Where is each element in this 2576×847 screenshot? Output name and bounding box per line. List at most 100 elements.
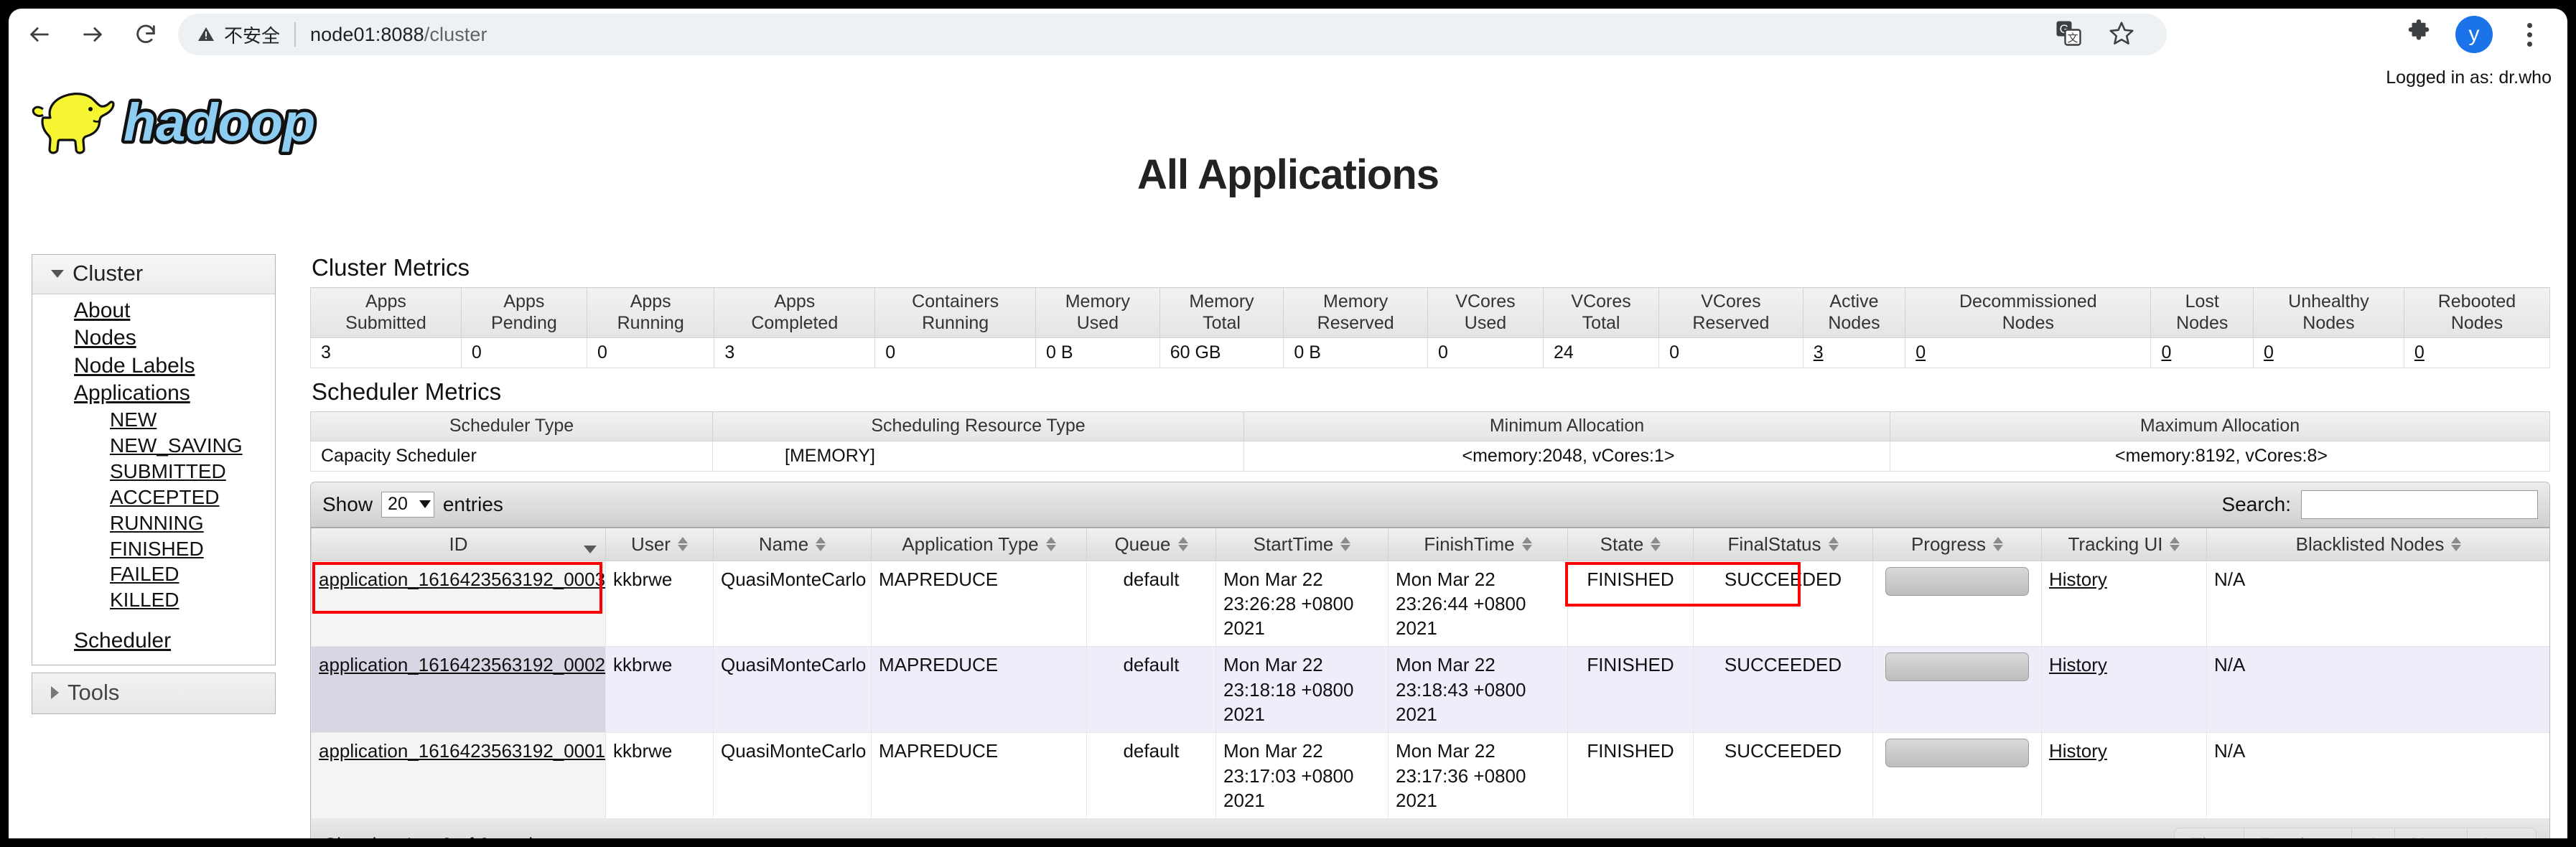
pagination-last[interactable]: Last (2467, 828, 2536, 838)
sidebar-item-node-labels[interactable]: Node Labels (32, 352, 275, 380)
col-vcores-total[interactable]: VCores Total (1543, 287, 1660, 338)
col-finalstatus[interactable]: FinalStatus (1693, 526, 1873, 561)
table-row[interactable]: application_1616423563192_0001 kkbrwe Qu… (311, 732, 2549, 820)
forward-button[interactable] (70, 12, 115, 57)
sidebar-item-state-finished[interactable]: FINISHED (32, 536, 275, 562)
history-link[interactable]: History (2049, 654, 2107, 675)
sidebar-item-applications[interactable]: Applications (32, 380, 275, 407)
sidebar-section-tools[interactable]: Tools (32, 673, 276, 715)
cluster-metrics-title: Cluster Metrics (312, 254, 470, 281)
col-name[interactable]: Name (713, 526, 872, 561)
elephant-icon (32, 93, 115, 154)
col-line1: Lost (2185, 291, 2219, 312)
address-bar[interactable]: 不安全 node01:8088/cluster G 文 (178, 14, 2167, 55)
cell-blacklisted-nodes: N/A (2206, 560, 2549, 647)
cell-id: application_1616423563192_0003 (311, 560, 606, 647)
pagination-page-1[interactable]: 1 (2352, 828, 2396, 838)
application-id-link[interactable]: application_1616423563192_0001 (319, 740, 605, 762)
col-vcores-used[interactable]: VCores Used (1427, 287, 1544, 338)
rebooted-nodes-link[interactable]: 0 (2414, 342, 2425, 362)
table-row[interactable]: application_1616423563192_0003 kkbrwe Qu… (311, 560, 2549, 647)
unhealthy-nodes-link[interactable]: 0 (2264, 342, 2274, 362)
show-label: Show (322, 492, 373, 515)
back-arrow-icon (27, 22, 52, 47)
col-rebooted-nodes[interactable]: Rebooted Nodes (2403, 287, 2551, 338)
col-label: StartTime (1253, 533, 1334, 555)
sort-icon (1651, 537, 1661, 551)
sidebar-item-state-failed[interactable]: FAILED (32, 561, 275, 587)
col-vcores-reserved[interactable]: VCores Reserved (1658, 287, 1803, 338)
col-memory-reserved[interactable]: Memory Reserved (1283, 287, 1428, 338)
decommissioned-nodes-link[interactable]: 0 (1915, 342, 1926, 362)
chevron-down-icon (51, 269, 64, 278)
sidebar-item-scheduler[interactable]: Scheduler (32, 627, 275, 655)
col-queue[interactable]: Queue (1086, 526, 1216, 561)
sidebar-item-state-killed[interactable]: KILLED (32, 587, 275, 613)
col-user[interactable]: User (605, 526, 714, 561)
history-link[interactable]: History (2049, 568, 2107, 590)
search-input[interactable] (2301, 490, 2538, 519)
translate-button[interactable]: G 文 (2042, 12, 2095, 57)
sidebar-item-about[interactable]: About (32, 297, 275, 324)
pagination-next[interactable]: Next (2395, 828, 2468, 838)
col-memory-used[interactable]: Memory Used (1035, 287, 1160, 338)
cell-user: kkbrwe (605, 646, 714, 734)
pagination-first[interactable]: First (2174, 828, 2245, 838)
sidebar-item-nodes[interactable]: Nodes (32, 324, 275, 352)
col-blacklisted-nodes[interactable]: Blacklisted Nodes (2206, 526, 2549, 561)
col-decommissioned-nodes[interactable]: Decommissioned Nodes (1905, 287, 2152, 338)
col-state[interactable]: State (1567, 526, 1694, 561)
cell-finalstatus: SUCCEEDED (1693, 560, 1873, 647)
forward-arrow-icon (80, 22, 105, 47)
extensions-button[interactable] (2392, 12, 2445, 57)
profile-avatar[interactable]: y (2455, 16, 2493, 53)
sidebar-item-state-new[interactable]: NEW (32, 407, 275, 433)
active-nodes-link[interactable]: 3 (1814, 342, 1824, 362)
sidebar-item-state-new-saving[interactable]: NEW_SAVING (32, 433, 275, 459)
application-id-link[interactable]: application_1616423563192_0002 (319, 654, 605, 675)
browser-menu-button[interactable] (2503, 12, 2556, 57)
col-id[interactable]: ID (311, 526, 606, 561)
warning-triangle-icon (197, 26, 215, 43)
table-row[interactable]: application_1616423563192_0002 kkbrwe Qu… (311, 646, 2549, 734)
col-line2: Nodes (2302, 312, 2355, 333)
col-memory-total[interactable]: Memory Total (1159, 287, 1284, 338)
sidebar-item-state-accepted[interactable]: ACCEPTED (32, 485, 275, 510)
col-tracking-ui[interactable]: Tracking UI (2041, 526, 2207, 561)
col-apps-running[interactable]: Apps Running (586, 287, 715, 338)
col-unhealthy-nodes[interactable]: Unhealthy Nodes (2252, 287, 2404, 338)
entries-length-select[interactable]: 20 (381, 491, 434, 518)
progress-bar (1885, 652, 2029, 682)
sidebar-section-cluster[interactable]: Cluster (32, 255, 275, 294)
col-application-type[interactable]: Application Type (871, 526, 1087, 561)
bookmark-button[interactable] (2095, 12, 2148, 57)
entries-label: entries (442, 492, 503, 515)
application-id-link[interactable]: application_1616423563192_0003 (319, 568, 605, 590)
col-starttime[interactable]: StartTime (1215, 526, 1389, 561)
sidebar-item-state-submitted[interactable]: SUBMITTED (32, 459, 275, 485)
cell-id: application_1616423563192_0002 (311, 646, 606, 734)
sort-icon (1993, 537, 2004, 551)
security-status[interactable]: 不安全 (197, 22, 280, 48)
col-containers-running[interactable]: Containers Running (874, 287, 1037, 338)
cell-finishtime: Mon Mar 22 23:17:36 +0800 2021 (1388, 732, 1568, 820)
col-line1: Apps (630, 291, 671, 312)
back-button[interactable] (17, 12, 62, 57)
col-lost-nodes[interactable]: Lost Nodes (2150, 287, 2254, 338)
history-link[interactable]: History (2049, 740, 2107, 762)
col-active-nodes[interactable]: Active Nodes (1802, 287, 1906, 338)
hadoop-logo[interactable]: hadoop hadoop (24, 78, 319, 161)
col-finishtime[interactable]: FinishTime (1388, 526, 1568, 561)
security-label: 不安全 (224, 24, 281, 47)
lost-nodes-link[interactable]: 0 (2161, 342, 2171, 362)
sidebar-item-state-running[interactable]: RUNNING (32, 510, 275, 536)
hadoop-wordmark: hadoop hadoop (121, 90, 319, 156)
col-apps-submitted[interactable]: Apps Submitted (310, 287, 462, 338)
sidebar-cluster-block: Cluster About Nodes Node Labels Applicat… (32, 254, 276, 666)
pagination-previous[interactable]: Previous (2244, 828, 2353, 838)
col-apps-pending[interactable]: Apps Pending (460, 287, 587, 338)
reload-button[interactable] (123, 12, 168, 57)
col-progress[interactable]: Progress (1872, 526, 2042, 561)
col-line1: VCores (1701, 291, 1761, 312)
col-apps-completed[interactable]: Apps Completed (714, 287, 876, 338)
